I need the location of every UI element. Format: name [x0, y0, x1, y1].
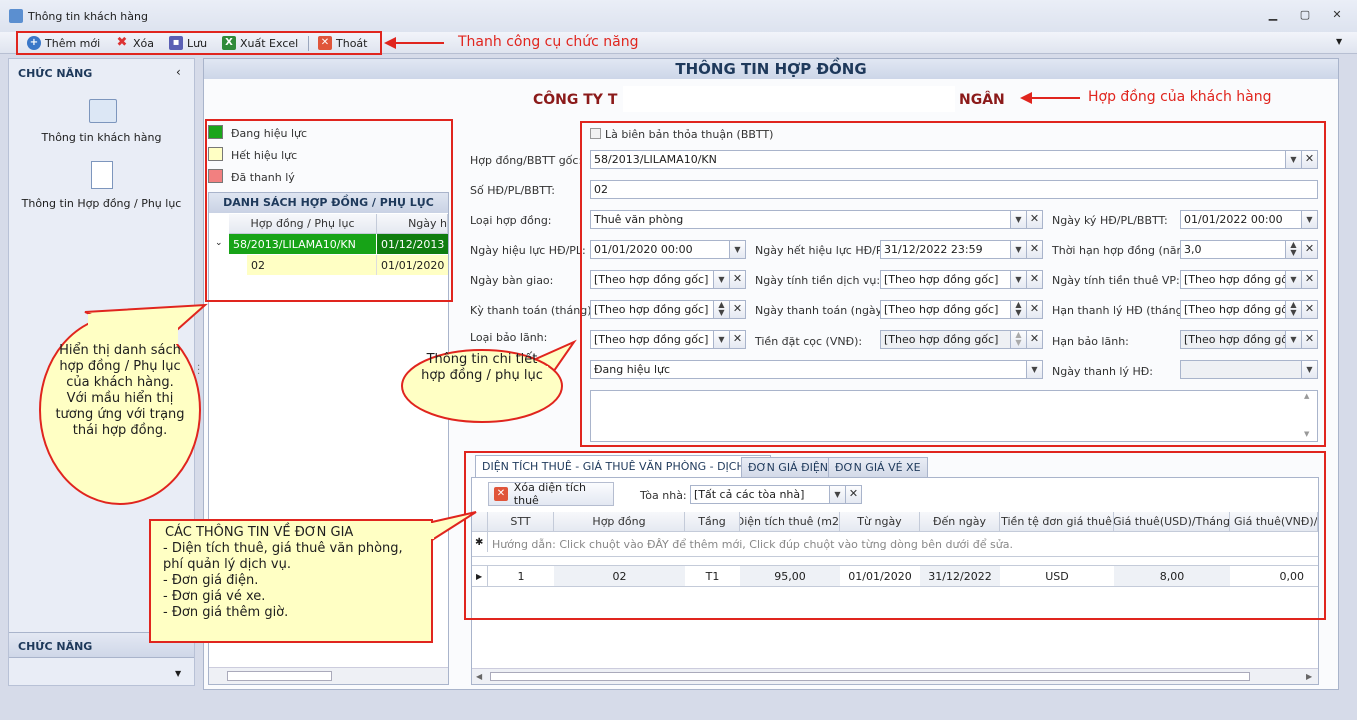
sidebar-header: CHỨC NĂNG: [18, 67, 93, 80]
price-note-line: - Đơn giá điện.: [163, 573, 259, 588]
tabs-highlight: [464, 451, 1326, 620]
price-note-tail: [430, 511, 477, 542]
toolbar-overflow-icon[interactable]: ▼: [1336, 37, 1342, 46]
tree-highlight: [205, 119, 453, 302]
sidebar-item-contract[interactable]: Thông tin Hợp đồng / Phụ lục: [9, 159, 194, 211]
hieuluc-label: Ngày hiệu lực HĐ/PL:: [470, 244, 586, 257]
toolbar-highlight: [16, 31, 382, 55]
list-callout-text: Hiển thị danh sách hợp đồng / Phụ lục củ…: [55, 343, 185, 438]
grid-hscroll[interactable]: ◀ ▶: [472, 668, 1318, 684]
window-title: Thông tin khách hàng: [28, 10, 148, 23]
sidebar-item-customer[interactable]: Thông tin khách hàng: [9, 97, 194, 149]
contract-annotation: Hợp đồng của khách hàng: [1088, 89, 1272, 105]
toolbar-arrow: [388, 42, 444, 44]
scroll-right-icon[interactable]: ▶: [1306, 672, 1312, 681]
redacted-block: [623, 86, 955, 112]
maximize-button[interactable]: ▢: [1295, 8, 1315, 24]
contract-arrow: [1030, 97, 1080, 99]
sidebar-collapse-icon[interactable]: ‹: [176, 65, 181, 79]
price-note-title: CÁC THÔNG TIN VỀ ĐƠN GIA: [165, 525, 354, 540]
price-info-note: CÁC THÔNG TIN VỀ ĐƠN GIA - Diện tích thu…: [149, 519, 433, 643]
title-bar: Thông tin khách hàng ▁ ▢ ✕: [0, 0, 1357, 32]
close-button[interactable]: ✕: [1327, 8, 1347, 24]
goc-label: Hợp đồng/BBTT gốc:: [470, 154, 583, 167]
panel-title: THÔNG TIN HỢP ĐỒNG: [204, 59, 1338, 79]
price-note-line: - Diện tích thuê, giá thuê văn phòng, ph…: [163, 541, 403, 572]
customer-card-icon: [89, 99, 117, 123]
form-highlight: [580, 121, 1326, 447]
baolanh-label: Loại bảo lãnh:: [470, 331, 548, 344]
company-name-suffix: NGÂN: [959, 92, 1005, 108]
price-note-line: - Đơn giá vé xe.: [163, 589, 266, 604]
contract-document-icon: [91, 161, 113, 189]
loai-label: Loại hợp đồng:: [470, 214, 552, 227]
detail-callout-text: Thông tin chi tiết hợp đồng / phụ lục: [421, 352, 543, 383]
scroll-left-icon[interactable]: ◀: [476, 672, 482, 681]
company-name: CÔNG TY T: [533, 92, 618, 108]
sidebar-expand-icon[interactable]: ▼: [175, 669, 181, 678]
contract-arrowhead: [1020, 92, 1032, 104]
app-icon: [9, 9, 23, 23]
toolbar-annotation: Thanh công cụ chức năng: [458, 34, 639, 50]
price-note-line: - Đơn giá thêm giờ.: [163, 605, 289, 620]
minimize-button[interactable]: ▁: [1263, 8, 1283, 24]
bangiao-label: Ngày bàn giao:: [470, 274, 554, 287]
toolbar-arrowhead: [384, 37, 396, 49]
kytt-label: Kỳ thanh toán (tháng):: [470, 304, 596, 317]
so-label: Số HĐ/PL/BBTT:: [470, 184, 556, 197]
tree-hscroll[interactable]: [209, 667, 448, 684]
